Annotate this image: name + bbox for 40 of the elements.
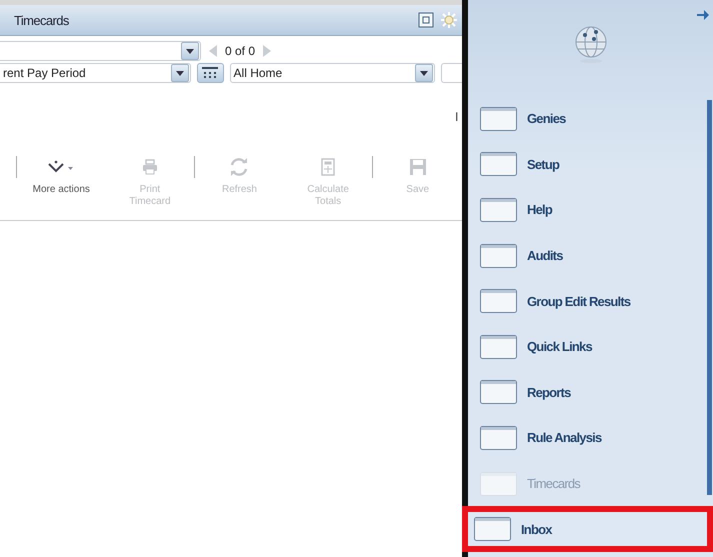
nav-item[interactable]: Audits <box>468 232 706 278</box>
dropdown-icon <box>176 70 184 76</box>
window-icon[interactable] <box>418 12 434 28</box>
window-icon <box>480 289 517 314</box>
window-icon <box>480 152 517 176</box>
toolbar-button[interactable]: More actions <box>16 156 106 196</box>
nav-item[interactable]: Inbox <box>462 506 713 552</box>
calculator-icon <box>321 158 336 176</box>
nav-item[interactable]: Reports <box>468 370 706 416</box>
next-icon[interactable] <box>263 45 272 57</box>
window-icon <box>480 244 517 268</box>
window-icon <box>480 198 517 222</box>
pager-text: 0 of 0 <box>225 44 256 58</box>
nav-item[interactable]: Setup <box>468 142 706 188</box>
nav-item[interactable]: Genies <box>468 96 706 142</box>
nav-item[interactable]: Help <box>468 187 706 233</box>
calendar-icon <box>202 67 218 79</box>
nav-item[interactable]: Rule Analysis <box>468 415 706 461</box>
nav-item[interactable]: Group Edit Results <box>468 278 706 324</box>
chevron-down-icon <box>48 160 74 174</box>
window-icon <box>480 334 517 359</box>
window-icon <box>480 380 517 404</box>
save-icon <box>408 158 427 176</box>
window-icon <box>480 472 517 496</box>
clipped-text: l <box>455 110 458 126</box>
printer-icon <box>142 159 158 175</box>
previous-icon[interactable] <box>209 45 217 57</box>
settings-icon[interactable] <box>440 11 458 29</box>
nav-item[interactable]: Quick Links <box>468 324 706 370</box>
refresh-icon <box>229 157 250 177</box>
dropdown-icon <box>186 48 194 54</box>
location-combo[interactable]: All Home <box>230 63 436 83</box>
dropdown-icon <box>420 70 428 76</box>
calendar-button[interactable] <box>196 63 224 83</box>
arrow-right-icon[interactable] <box>697 10 709 20</box>
window-icon <box>480 106 517 131</box>
panel-title: Timecards <box>14 12 69 28</box>
window-icon <box>480 426 517 450</box>
window-icon <box>474 517 511 542</box>
pay-period-combo[interactable]: rent Pay Period <box>0 63 191 83</box>
